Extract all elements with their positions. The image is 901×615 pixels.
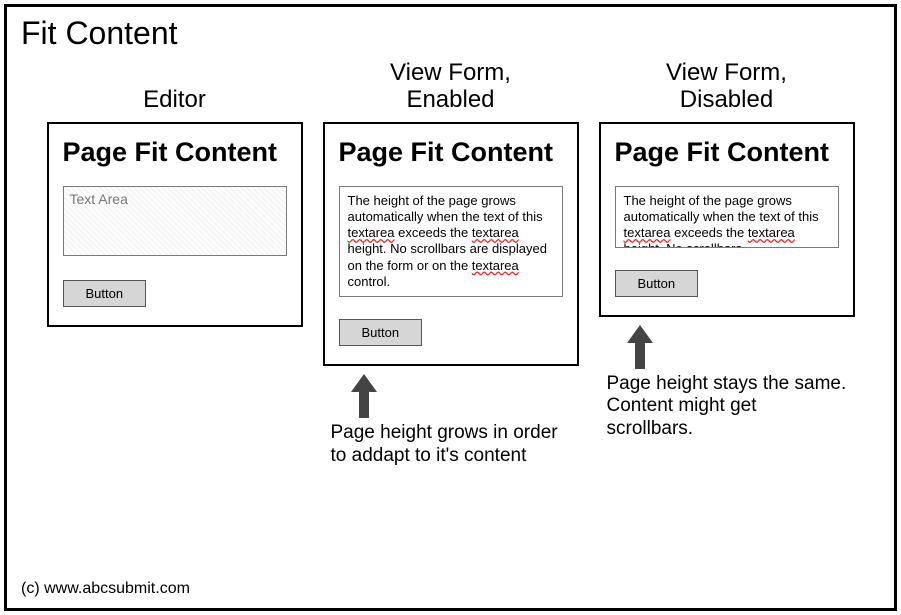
col-editor-label: Editor — [143, 54, 206, 114]
columns: Editor Page Fit Content Text Area Button… — [21, 54, 880, 468]
button-enabled[interactable]: Button — [339, 319, 423, 346]
panel-disabled-title: Page Fit Content — [615, 138, 839, 168]
panel-enabled-title: Page Fit Content — [339, 138, 563, 168]
textarea-editor[interactable]: Text Area — [63, 186, 287, 256]
arrow-up-icon — [627, 325, 653, 369]
panel-editor: Page Fit Content Text Area Button — [47, 122, 303, 327]
col-disabled: View Form, Disabled Page Fit Content The… — [596, 54, 858, 441]
arrow-up-icon — [351, 374, 377, 418]
col-disabled-label: View Form, Disabled — [666, 54, 787, 114]
panel-editor-title: Page Fit Content — [63, 138, 287, 168]
arrow-block-enabled: Page height grows in order to addapt to … — [331, 374, 571, 468]
caption-enabled: Page height grows in order to addapt to … — [331, 422, 571, 468]
col-enabled-label: View Form, Enabled — [390, 54, 511, 114]
col-editor: Editor Page Fit Content Text Area Button — [44, 54, 306, 327]
col-enabled: View Form, Enabled Page Fit Content The … — [320, 54, 582, 468]
button-disabled[interactable]: Button — [615, 270, 699, 297]
panel-enabled: Page Fit Content The height of the page … — [323, 122, 579, 366]
main-title: Fit Content — [21, 15, 880, 52]
button-editor[interactable]: Button — [63, 280, 147, 307]
panel-disabled: Page Fit Content The height of the page … — [599, 122, 855, 317]
textarea-enabled[interactable]: The height of the page grows automatical… — [339, 186, 563, 298]
textarea-disabled[interactable]: The height of the page grows automatical… — [615, 186, 839, 248]
arrow-block-disabled: Page height stays the same. Content migh… — [607, 325, 847, 441]
footer-text: (c) www.abcsubmit.com — [21, 580, 190, 598]
outer-frame: Fit Content Editor Page Fit Content Text… — [4, 4, 897, 611]
caption-disabled: Page height stays the same. Content migh… — [607, 373, 847, 441]
